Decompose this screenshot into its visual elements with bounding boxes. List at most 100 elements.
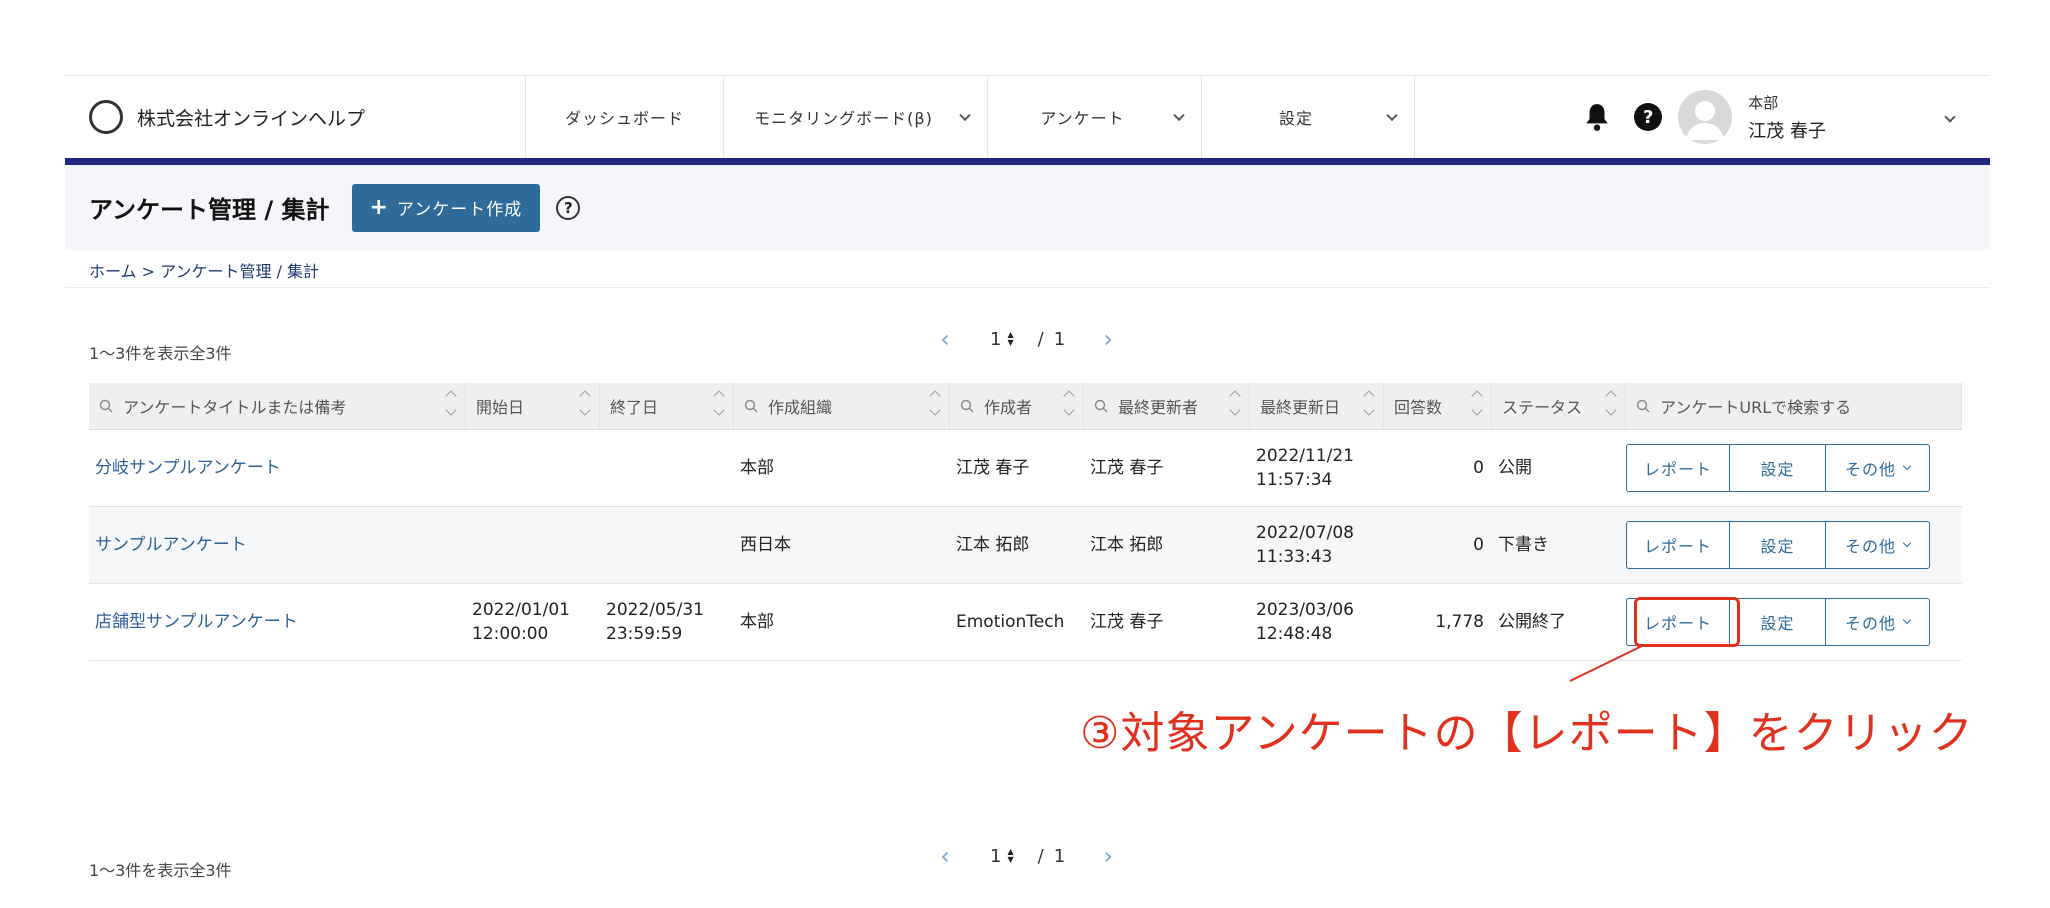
- sort-icon[interactable]: [1363, 390, 1375, 416]
- sort-icon[interactable]: [579, 390, 591, 416]
- cell-creator: EmotionTech: [956, 612, 1065, 632]
- result-count-top: 1〜3件を表示全3件: [89, 344, 232, 363]
- search-icon: [99, 399, 113, 413]
- other-label: その他: [1844, 460, 1896, 479]
- sort-icon[interactable]: [1063, 390, 1075, 416]
- page-number: 1: [990, 845, 1002, 867]
- next-page-icon[interactable]: ›: [1093, 842, 1123, 870]
- survey-title-link[interactable]: 店舗型サンプルアンケート: [95, 612, 298, 632]
- other-dropdown-button[interactable]: その他: [1826, 521, 1930, 569]
- cell-creator: 江茂 春子: [956, 458, 1030, 478]
- cell-start-date: 2022/01/01 12:00:00: [466, 598, 600, 646]
- sort-icon[interactable]: [1229, 390, 1241, 416]
- row-actions: レポート 設定 その他: [1626, 444, 1930, 492]
- other-dropdown-button[interactable]: その他: [1826, 444, 1930, 492]
- avatar[interactable]: [1678, 90, 1733, 144]
- column-label: アンケートタイトルまたは備考: [123, 398, 347, 417]
- cell-line: 2022/07/08: [1256, 523, 1354, 543]
- nav-survey[interactable]: アンケート: [987, 76, 1201, 158]
- user-name: 江茂 春子: [1748, 120, 1826, 142]
- user-info[interactable]: 本部 江茂 春子: [1748, 92, 1826, 143]
- cell-org: 本部: [740, 458, 774, 478]
- cell-title: 分岐サンプルアンケート: [89, 456, 466, 480]
- cell-line: 12:48:48: [1256, 624, 1333, 644]
- cell-status: 公開終了: [1498, 612, 1566, 632]
- header-col-org[interactable]: 作成組織: [734, 383, 950, 429]
- page-separator: /: [1037, 328, 1044, 350]
- header-col-status[interactable]: ステータス: [1492, 383, 1626, 429]
- survey-title-link[interactable]: サンプルアンケート: [95, 535, 247, 555]
- cell-updated-at: 2022/07/08 11:33:43: [1250, 521, 1384, 569]
- cell-line: 23:59:59: [606, 624, 683, 644]
- header-col-creator[interactable]: 作成者: [950, 383, 1084, 429]
- cell-line: 11:33:43: [1256, 547, 1333, 567]
- other-dropdown-button[interactable]: その他: [1826, 598, 1930, 646]
- breadcrumb[interactable]: ホーム > アンケート管理 / 集計: [89, 258, 319, 282]
- user-silhouette-icon: [1686, 101, 1725, 140]
- report-button[interactable]: レポート: [1626, 521, 1730, 569]
- cell-responses: 0: [1473, 458, 1484, 478]
- bell-icon[interactable]: [1584, 102, 1610, 132]
- annotation-pointer-line: [1569, 644, 1645, 682]
- header-col-end-date[interactable]: 終了日: [600, 383, 734, 429]
- brand-name: 株式会社オンラインヘルプ: [137, 107, 366, 130]
- cell-org: 本部: [740, 612, 774, 632]
- nav-dashboard[interactable]: ダッシュボード: [525, 76, 723, 158]
- settings-button[interactable]: 設定: [1730, 521, 1826, 569]
- column-label: 作成組織: [768, 398, 833, 417]
- cell-end-date: [600, 533, 734, 557]
- create-survey-label: アンケート作成: [396, 200, 523, 220]
- help-circle-icon[interactable]: ?: [556, 195, 581, 220]
- stepper-icon[interactable]: ▲ ▼: [1007, 331, 1013, 347]
- total-pages: 1: [1053, 328, 1066, 350]
- cell-updater: 江茂 春子: [1090, 612, 1164, 632]
- column-label: 作成者: [984, 398, 1033, 417]
- report-label: レポート: [1643, 537, 1712, 556]
- header-col-updated-at[interactable]: 最終更新日: [1250, 383, 1384, 429]
- cell-updater: 江茂 春子: [1090, 458, 1164, 478]
- next-page-icon[interactable]: ›: [1093, 325, 1123, 353]
- page-number-select[interactable]: 1 ▲ ▼: [990, 846, 1014, 867]
- chevron-down-icon: [959, 109, 971, 122]
- cell-start-date: [466, 456, 600, 480]
- header-col-start-date[interactable]: 開始日: [466, 383, 600, 429]
- create-survey-button[interactable]: + アンケート作成: [351, 183, 541, 232]
- page-number-select[interactable]: 1 ▲ ▼: [990, 329, 1014, 350]
- nav-settings[interactable]: 設定: [1201, 76, 1415, 158]
- brand[interactable]: 株式会社オンラインヘルプ: [65, 76, 525, 158]
- nav-monitoring-board[interactable]: モニタリングボード(β): [723, 76, 987, 158]
- column-label: 回答数: [1394, 398, 1443, 417]
- header-col-url-search[interactable]: アンケートURLで検索する: [1626, 383, 1962, 429]
- header-col-updater[interactable]: 最終更新者: [1084, 383, 1250, 429]
- cell-title: サンプルアンケート: [89, 533, 466, 557]
- settings-button[interactable]: 設定: [1730, 444, 1826, 492]
- cell-status: 公開: [1498, 458, 1532, 478]
- sort-icon[interactable]: [445, 390, 457, 416]
- report-button[interactable]: レポート: [1626, 444, 1730, 492]
- stepper-icon[interactable]: ▲ ▼: [1007, 848, 1013, 864]
- chevron-down-icon: [1902, 461, 1912, 471]
- sort-icon[interactable]: [1471, 390, 1483, 416]
- header-col-responses[interactable]: 回答数: [1384, 383, 1492, 429]
- cell-updater: 江本 拓郎: [1090, 535, 1164, 555]
- sort-icon[interactable]: [929, 390, 941, 416]
- survey-title-link[interactable]: 分岐サンプルアンケート: [95, 458, 281, 478]
- header-col-title[interactable]: アンケートタイトルまたは備考: [89, 383, 466, 429]
- prev-page-icon[interactable]: ‹: [930, 842, 960, 870]
- prev-page-icon[interactable]: ‹: [930, 325, 960, 353]
- pagination-top: ‹ 1 ▲ ▼ / 1 ›: [930, 325, 1123, 353]
- sort-icon[interactable]: [713, 390, 725, 416]
- sort-icon[interactable]: [1605, 390, 1617, 416]
- page-title: アンケート管理 / 集計: [89, 196, 330, 224]
- other-label: その他: [1844, 537, 1896, 556]
- page-number: 1: [990, 328, 1002, 350]
- cell-end-date: [600, 456, 734, 480]
- search-icon: [744, 399, 758, 413]
- search-icon: [1636, 399, 1650, 413]
- page-separator: /: [1037, 845, 1044, 867]
- cell-responses: 0: [1473, 535, 1484, 555]
- settings-button[interactable]: 設定: [1730, 598, 1826, 646]
- chevron-down-icon[interactable]: [1944, 111, 1956, 123]
- help-icon[interactable]: ?: [1634, 103, 1663, 131]
- search-icon: [1094, 399, 1108, 413]
